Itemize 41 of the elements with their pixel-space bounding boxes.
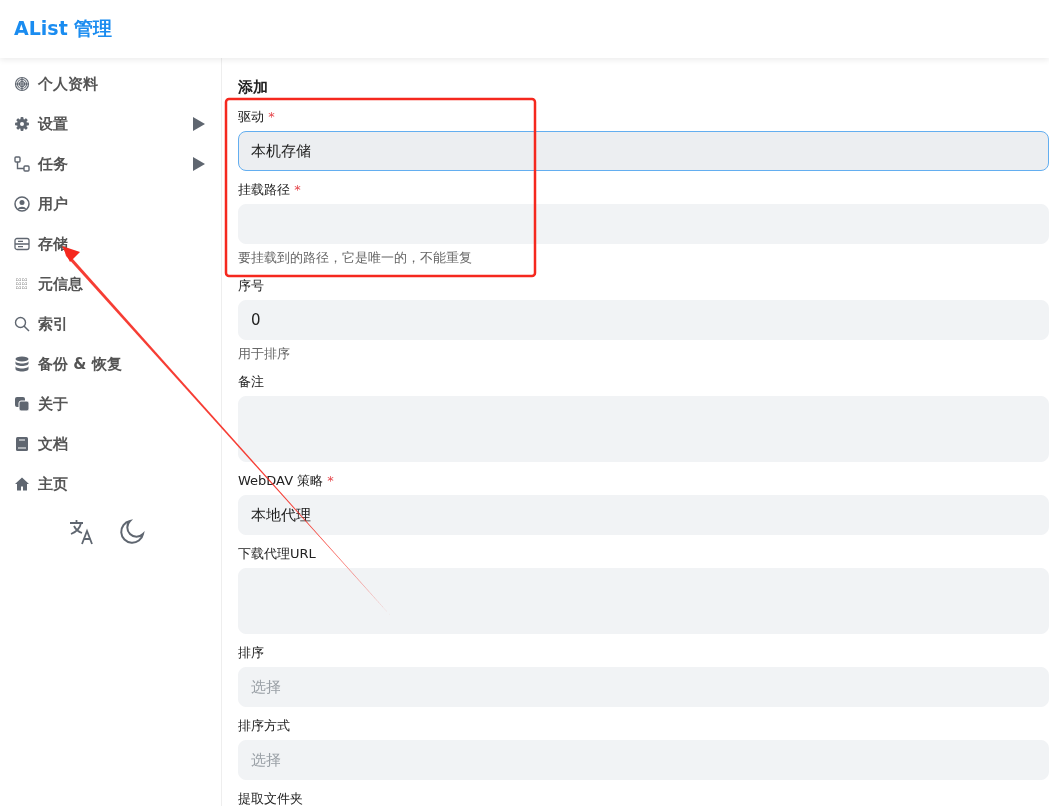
text-area[interactable]: [238, 396, 1049, 462]
field-label: 驱动 *: [238, 108, 275, 126]
field-label: 备注: [238, 373, 264, 391]
storage-icon: [14, 236, 30, 252]
sidebar-item[interactable]: 元信息: [0, 264, 221, 304]
flow-icon: [14, 156, 30, 172]
help-text: 用于排序: [238, 345, 290, 363]
field-label: 序号: [238, 277, 264, 295]
field-label: 排序方式: [238, 717, 290, 735]
database-icon: [14, 356, 30, 372]
fingerprint-icon: [14, 76, 30, 92]
sidebar-item[interactable]: 备份 & 恢复: [0, 344, 221, 384]
sidebar-item[interactable]: 主页: [0, 464, 221, 504]
search-icon: [14, 316, 30, 332]
input-field[interactable]: [238, 204, 1049, 244]
input-field[interactable]: 本地代理: [238, 495, 1049, 535]
gear-icon: [14, 116, 30, 132]
home-icon: [14, 476, 30, 492]
input-field[interactable]: 本机存储: [238, 131, 1049, 171]
help-text: 要挂载到的路径，它是唯一的，不能重复: [238, 249, 472, 267]
moon-icon[interactable]: [117, 518, 146, 546]
sidebar-item[interactable]: 个人资料: [0, 64, 221, 104]
sidebar-item[interactable]: 设置: [0, 104, 221, 144]
sidebar-item[interactable]: 关于: [0, 384, 221, 424]
sidebar-item[interactable]: 文档: [0, 424, 221, 464]
field-label: 提取文件夹: [238, 790, 303, 806]
translate-icon[interactable]: [67, 518, 96, 546]
input-field[interactable]: 0: [238, 300, 1049, 340]
grid-icon: [14, 276, 30, 292]
user-circle-icon: [14, 196, 30, 212]
app-title: AList 管理: [14, 16, 113, 41]
field-label: 排序: [238, 644, 264, 662]
field-label: 挂载路径 *: [238, 181, 301, 199]
field-label: 下载代理URL: [238, 545, 316, 563]
book-icon: [14, 436, 30, 452]
text-area[interactable]: [238, 568, 1049, 634]
sidebar-item[interactable]: 用户: [0, 184, 221, 224]
sidebar-item[interactable]: 索引: [0, 304, 221, 344]
layers-icon: [14, 396, 30, 412]
form-title: 添加: [238, 78, 269, 97]
sidebar-item[interactable]: 任务: [0, 144, 221, 184]
